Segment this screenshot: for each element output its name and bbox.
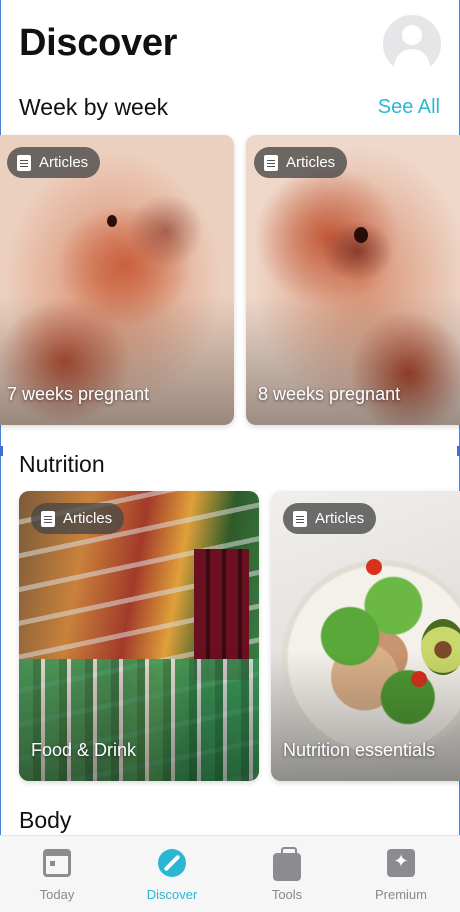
badge-label: Articles <box>39 154 89 171</box>
avatar-head-shape <box>402 25 422 45</box>
avatar-shoulders-shape <box>394 49 430 73</box>
page-title: Discover <box>19 22 178 64</box>
document-icon <box>264 154 278 171</box>
badge-label: Articles <box>63 510 113 527</box>
tab-discover[interactable]: Discover <box>132 846 212 902</box>
header: Discover <box>19 15 441 78</box>
card-label: 7 weeks pregnant <box>7 384 150 404</box>
card-label: 8 weeks pregnant <box>258 384 401 404</box>
sparkle-icon <box>387 849 415 877</box>
badge-label: Articles <box>315 510 365 527</box>
tab-label: Premium <box>374 887 427 902</box>
card-gradient <box>19 650 259 781</box>
tab-label: Today <box>39 887 75 902</box>
week-card-8[interactable]: Articles 8 weeks pregnant <box>246 135 460 425</box>
nutrition-card-essentials[interactable]: Articles Nutrition essentials <box>271 491 460 781</box>
document-icon <box>41 510 55 527</box>
embryo-eye <box>354 227 368 243</box>
card-gradient <box>246 294 460 425</box>
calendar-icon <box>43 849 71 877</box>
profile-avatar[interactable] <box>383 15 441 73</box>
embryo-eye <box>107 215 117 227</box>
tab-today[interactable]: Today <box>17 846 97 902</box>
document-icon <box>293 510 307 527</box>
body-heading: Body <box>19 807 72 833</box>
card-label: Food & Drink <box>31 740 137 760</box>
bottom-tab-bar: Today Discover Tools Premium <box>0 835 460 912</box>
tab-label: Discover <box>146 887 198 902</box>
tomato-shape <box>366 559 382 575</box>
toolbox-icon <box>273 847 301 881</box>
articles-badge: Articles <box>7 147 101 178</box>
tab-premium[interactable]: Premium <box>361 846 441 902</box>
card-gradient <box>0 294 234 425</box>
articles-badge: Articles <box>254 147 348 178</box>
see-all-link[interactable]: See All <box>378 96 440 119</box>
week-card-7[interactable]: Articles 7 weeks pregnant <box>0 135 234 425</box>
document-icon <box>17 154 31 171</box>
compass-icon <box>158 849 186 877</box>
card-label: Nutrition essentials <box>283 740 436 760</box>
articles-badge: Articles <box>31 503 125 534</box>
tab-tools[interactable]: Tools <box>247 846 327 902</box>
articles-badge: Articles <box>283 503 377 534</box>
badge-label: Articles <box>286 154 336 171</box>
nutrition-heading: Nutrition <box>19 451 105 477</box>
nutrition-card-food-drink[interactable]: Articles Food & Drink <box>19 491 259 781</box>
tab-label: Tools <box>271 887 303 902</box>
card-gradient <box>271 650 460 781</box>
left-resize-marker <box>0 446 3 456</box>
week-by-week-heading: Week by week <box>19 94 169 120</box>
